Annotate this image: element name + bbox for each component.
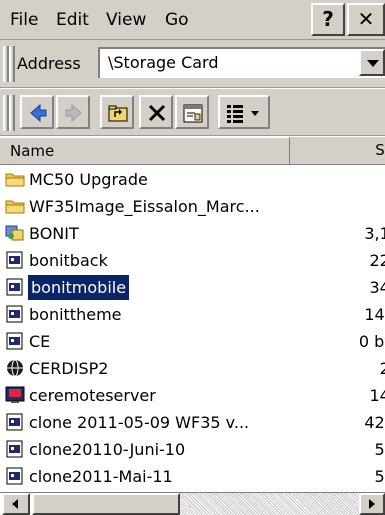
file-name: ceremoteserver	[29, 386, 156, 405]
back-arrow-icon	[30, 103, 47, 123]
file-size: 5,8	[374, 440, 385, 459]
file-name: bonitback	[29, 251, 108, 270]
forward-arrow-icon	[65, 103, 82, 123]
file-row[interactable]: BONIT 3,12	[0, 220, 385, 247]
chevron-right-icon	[369, 499, 375, 509]
file-size: 0 byt	[358, 332, 385, 351]
delete-icon	[148, 104, 166, 122]
view-mode-button[interactable]	[218, 95, 270, 129]
file-name: bonittheme	[29, 305, 122, 324]
menu-view[interactable]: View	[106, 9, 146, 31]
column-header-size-label: Si	[375, 141, 385, 159]
file-size: 143	[369, 386, 385, 405]
file-row[interactable]: clone20110-Juni-10 5,8	[0, 436, 385, 463]
up-folder-button[interactable]	[100, 95, 134, 129]
file-name: BONIT	[29, 224, 79, 243]
file-icon	[5, 440, 25, 458]
file-row[interactable]: bonittheme 14,5	[0, 301, 385, 328]
folder-icon	[5, 170, 25, 188]
help-button[interactable]: ?	[311, 3, 345, 36]
file-row[interactable]: clone2011-Mai-11 5,7	[0, 463, 385, 490]
file-size: 20	[379, 359, 385, 378]
file-list: MC50 Upgrade WF35Image_Eissalon_Marc... BO…	[0, 166, 385, 492]
file-row[interactable]: CE 0 byt	[0, 328, 385, 355]
app-window-icon	[5, 386, 25, 404]
address-bar: Address \Storage Card	[0, 40, 385, 88]
file-name: MC50 Upgrade	[29, 170, 148, 189]
close-icon: ✕	[357, 7, 375, 31]
file-row[interactable]: bonitback 225	[0, 247, 385, 274]
file-name: clone20110-Juni-10	[29, 440, 186, 459]
file-size: 225	[369, 251, 385, 270]
column-header: Name Si	[0, 137, 385, 165]
menu-bar: File Edit View Go ? ✕	[0, 0, 385, 40]
address-dropdown-button[interactable]	[359, 49, 385, 76]
file-name: bonitmobile	[26, 274, 131, 301]
file-row[interactable]: clone 2011-05-09 WF35 v... 42,6	[0, 409, 385, 436]
column-header-name[interactable]: Name	[0, 137, 290, 164]
file-size: 346	[369, 278, 385, 297]
toolbar-grip-2[interactable]	[9, 95, 15, 131]
address-label: Address	[17, 54, 81, 73]
file-name: CERDISP2	[29, 359, 109, 378]
address-value: \Storage Card	[108, 53, 219, 72]
forward-button[interactable]	[56, 95, 90, 129]
toolbar	[0, 89, 385, 136]
file-name: CE	[29, 332, 51, 351]
file-size: 5,7	[374, 467, 385, 486]
file-icon	[5, 467, 25, 485]
file-icon	[5, 278, 25, 296]
properties-button[interactable]	[175, 95, 209, 129]
close-button[interactable]: ✕	[347, 3, 385, 36]
properties-icon	[183, 104, 203, 123]
file-row[interactable]: WF35Image_Eissalon_Marc...	[0, 193, 385, 220]
scrollbar-thumb[interactable]	[32, 493, 180, 515]
column-header-size[interactable]: Si	[292, 137, 385, 164]
file-row[interactable]: bonitmobile 346	[0, 274, 385, 301]
scroll-right-button[interactable]	[359, 493, 385, 515]
chevron-down-icon	[367, 60, 379, 67]
address-input[interactable]: \Storage Card	[98, 47, 385, 78]
chevron-left-icon	[12, 499, 18, 509]
file-icon	[5, 332, 25, 350]
file-name: clone2011-Mai-11	[29, 467, 173, 486]
file-name: clone 2011-05-09 WF35 v...	[29, 413, 250, 432]
menu-file[interactable]: File	[10, 9, 38, 31]
file-size: 14,5	[364, 305, 385, 324]
file-name: WF35Image_Eissalon_Marc...	[29, 197, 260, 216]
file-icon	[5, 251, 25, 269]
scroll-left-button[interactable]	[2, 493, 30, 515]
menu-go[interactable]: Go	[165, 9, 189, 31]
delete-button[interactable]	[139, 95, 173, 129]
toolbar-grip-2[interactable]	[9, 46, 15, 82]
file-icon	[5, 413, 25, 431]
shortcut-icon	[5, 224, 25, 242]
file-row[interactable]: ceremoteserver 143	[0, 382, 385, 409]
folder-icon	[5, 197, 25, 215]
file-icon	[5, 305, 25, 323]
horizontal-scrollbar[interactable]	[0, 492, 385, 515]
back-button[interactable]	[20, 95, 54, 129]
view-mode-icon	[227, 105, 259, 123]
file-row[interactable]: MC50 Upgrade	[0, 166, 385, 193]
file-size: 42,6	[364, 413, 385, 432]
menu-edit[interactable]: Edit	[56, 9, 89, 31]
globe-app-icon	[5, 359, 25, 377]
file-row[interactable]: CERDISP2 20	[0, 355, 385, 382]
file-size: 3,12	[364, 224, 385, 243]
up-folder-icon	[108, 105, 128, 122]
